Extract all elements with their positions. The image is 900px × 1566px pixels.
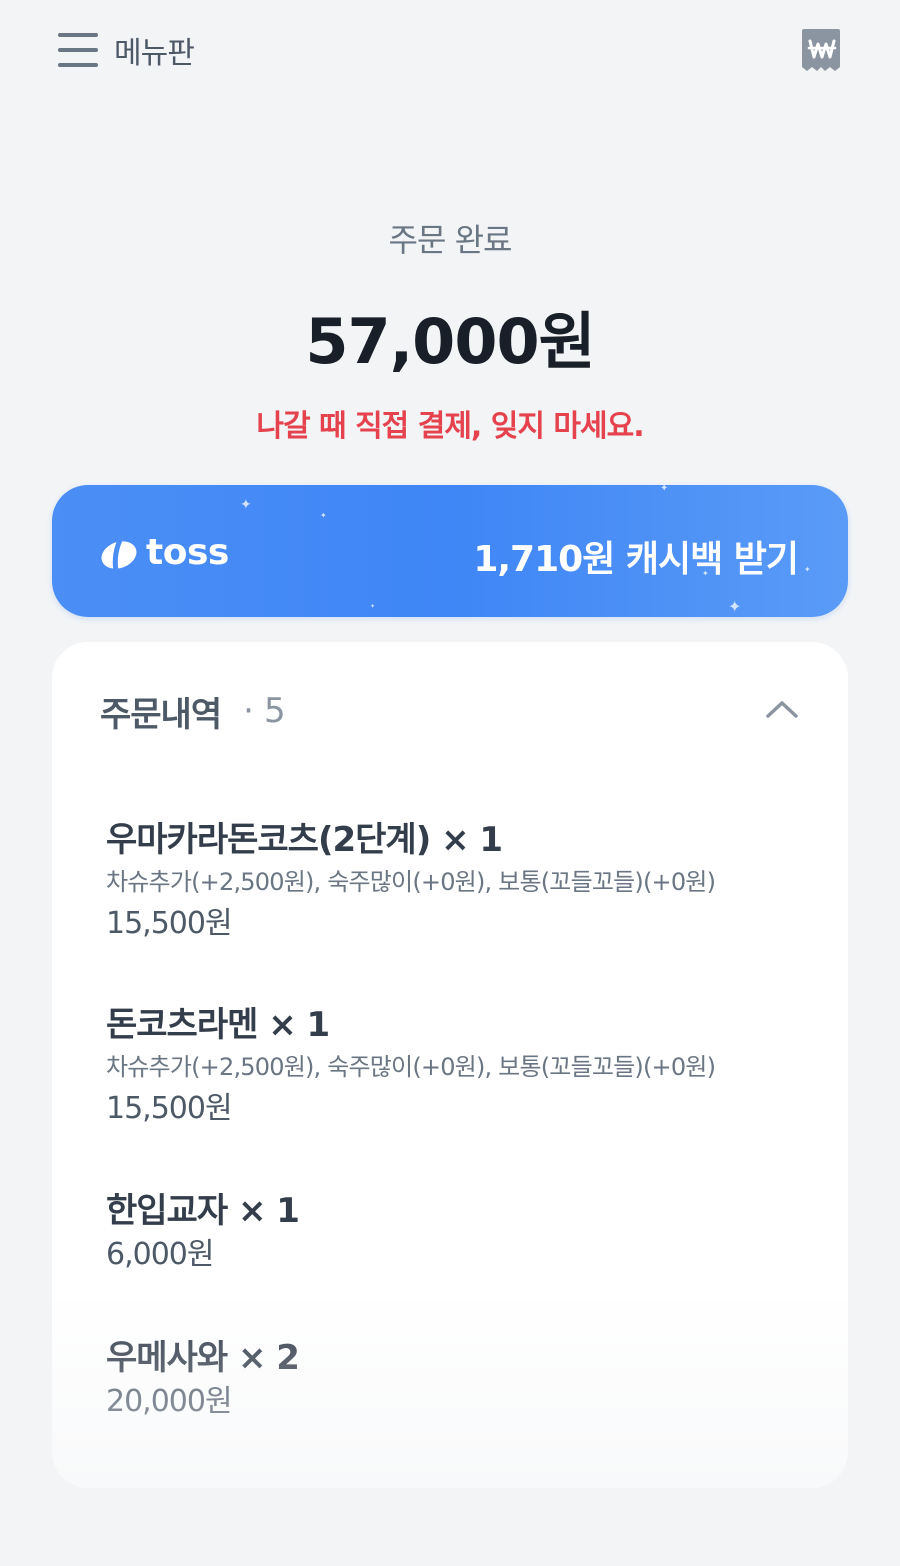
item-price: 6,000원 bbox=[106, 1237, 214, 1272]
order-item: 한입교자 × 1 6,000원 bbox=[106, 1189, 806, 1277]
order-item: 돈코츠라멘 × 1 차슈추가(+2,500원), 숙주많이(+0원), 보통(꼬… bbox=[106, 1003, 806, 1131]
order-item-count: 5 bbox=[263, 691, 286, 731]
item-price: 20,000원 bbox=[106, 1384, 233, 1419]
item-name: 돈코츠라멘 × 1 bbox=[106, 1005, 330, 1045]
chevron-up-icon bbox=[766, 701, 798, 718]
item-price: 15,500원 bbox=[106, 906, 233, 941]
cashback-label[interactable]: 1,710원 캐시백 받기 bbox=[473, 530, 799, 582]
item-name: 우메사와 × 2 bbox=[106, 1338, 300, 1378]
order-details-title: 주문내역 bbox=[100, 694, 222, 735]
order-details-card: 주문내역 · 5 우마카라돈코츠(2단계) × 1 차슈추가(+2,500원),… bbox=[52, 642, 848, 1488]
won-receipt-button[interactable] bbox=[800, 27, 842, 73]
order-status: 주문 완료 bbox=[388, 221, 513, 259]
order-item: 우메사와 × 2 20,000원 bbox=[106, 1336, 806, 1424]
order-item: 우마카라돈코츠(2단계) × 1 차슈추가(+2,500원), 숙주많이(+0원… bbox=[106, 818, 806, 946]
payment-notice: 나갈 때 직접 결제, 잊지 마세요. bbox=[256, 409, 644, 444]
menu-label: 메뉴판 bbox=[114, 36, 195, 71]
top-bar: 메뉴판 bbox=[0, 0, 900, 100]
hamburger-icon bbox=[58, 33, 98, 67]
toss-logo-icon bbox=[101, 534, 137, 571]
toss-brand: toss bbox=[146, 532, 229, 573]
item-name: 우마카라돈코츠(2단계) × 1 bbox=[106, 820, 503, 860]
order-total: 57,000원 bbox=[305, 305, 595, 378]
toss-logo: toss bbox=[100, 532, 229, 573]
item-price: 15,500원 bbox=[106, 1091, 233, 1126]
item-options: 차슈추가(+2,500원), 숙주많이(+0원), 보통(꼬들꼬들)(+0원) bbox=[106, 868, 716, 896]
order-summary: 주문 완료 57,000원 나갈 때 직접 결제, 잊지 마세요. bbox=[0, 215, 900, 445]
item-options: 차슈추가(+2,500원), 숙주많이(+0원), 보통(꼬들꼬들)(+0원) bbox=[106, 1053, 716, 1081]
separator-dot: · bbox=[243, 691, 254, 731]
item-name: 한입교자 × 1 bbox=[106, 1191, 300, 1231]
menu-button[interactable]: 메뉴판 bbox=[58, 28, 195, 72]
order-details-toggle[interactable]: 주문내역 · 5 bbox=[100, 686, 800, 736]
won-receipt-icon bbox=[802, 29, 840, 71]
